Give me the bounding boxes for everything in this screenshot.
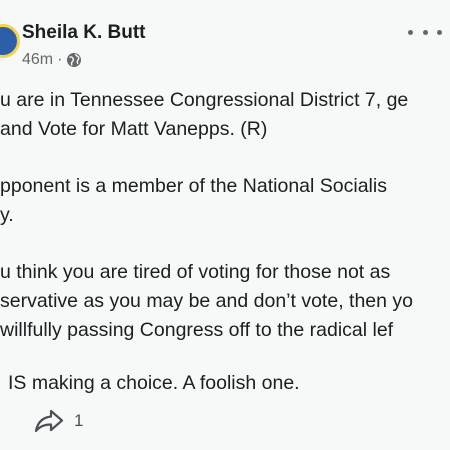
post-text-line: y. — [0, 204, 14, 226]
more-options-icon[interactable] — [408, 22, 442, 42]
avatar[interactable] — [0, 24, 20, 58]
share-icon — [34, 409, 64, 433]
post-text-line: IS making a choice. A foolish one. — [8, 372, 300, 394]
share-count: 1 — [74, 411, 84, 430]
post-text-line: u think you are tired of voting for thos… — [0, 261, 391, 283]
dot — [437, 29, 442, 35]
post-text-line: servative as you may be and don’t vote, … — [0, 290, 413, 312]
post-card: Sheila K. Butt 46m · u are in Tennessee … — [0, 0, 450, 450]
post-meta: 46m · — [22, 51, 82, 69]
dot — [422, 29, 428, 35]
post-text-line: u are in Tennessee Congressional Distric… — [0, 89, 409, 111]
meta-separator: · — [57, 51, 63, 68]
globe-icon — [67, 53, 82, 67]
dot — [408, 29, 413, 35]
post-text-line: willfully passing Congress off to the ra… — [0, 319, 394, 341]
share-button[interactable]: 1 — [34, 408, 83, 434]
post-time[interactable]: 46m — [22, 51, 53, 69]
post-text-line: pponent is a member of the National Soci… — [0, 175, 387, 197]
author-name[interactable]: Sheila K. Butt — [22, 22, 146, 44]
post-text-line: and Vote for Matt Vanepps. (R) — [0, 118, 268, 140]
